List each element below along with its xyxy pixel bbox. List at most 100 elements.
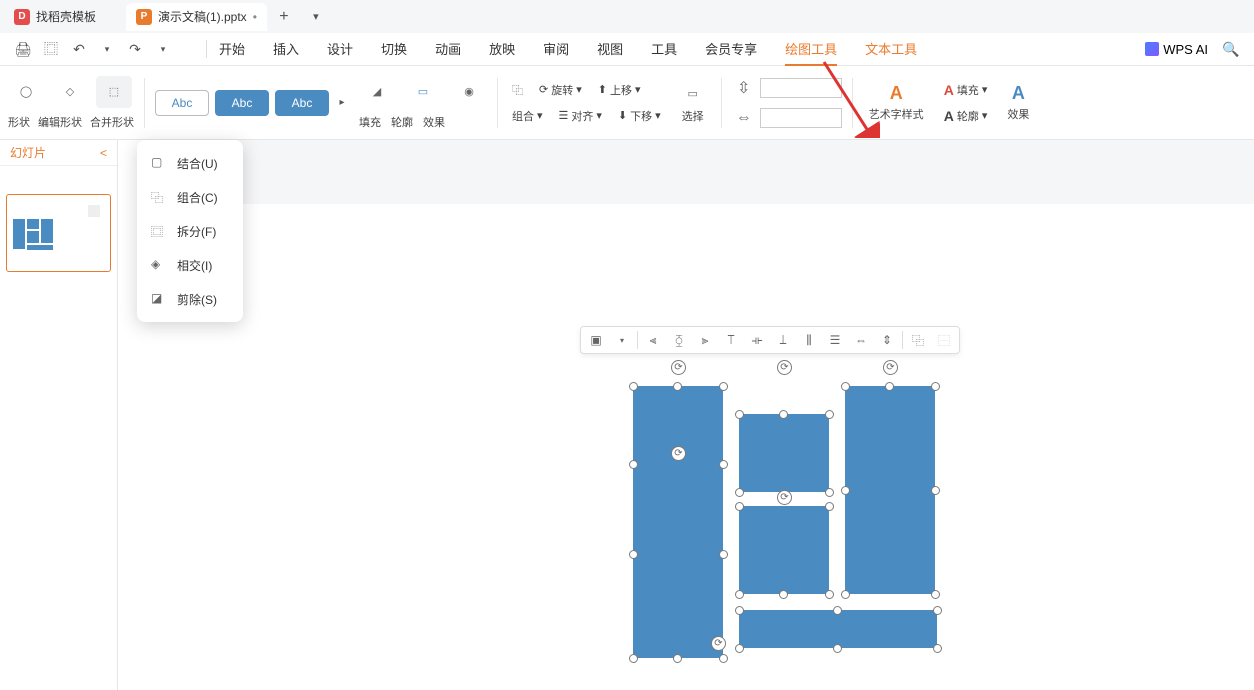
resize-handle[interactable] bbox=[735, 488, 744, 497]
merge-shape-button[interactable]: ⬚ bbox=[96, 76, 132, 108]
rotation-handle[interactable]: ⟳ bbox=[777, 490, 792, 505]
move-up-button[interactable]: ⬆上移 ▾ bbox=[594, 80, 645, 100]
distribute-h-icon[interactable]: ⫼ bbox=[798, 329, 820, 351]
resize-handle[interactable] bbox=[779, 410, 788, 419]
resize-handle[interactable] bbox=[719, 460, 728, 469]
resize-handle[interactable] bbox=[931, 382, 940, 391]
ribbon-tab-slideshow[interactable]: 放映 bbox=[489, 33, 515, 66]
resize-handle[interactable] bbox=[885, 382, 894, 391]
group-icon[interactable]: ⿻ bbox=[907, 329, 929, 351]
ribbon-tab-animation[interactable]: 动画 bbox=[435, 33, 461, 66]
text-effect-button[interactable]: A 效果 bbox=[1001, 79, 1035, 126]
rotate-button[interactable]: ⟳旋转 ▾ bbox=[535, 80, 586, 100]
resize-handle[interactable] bbox=[629, 654, 638, 663]
align-top-icon[interactable]: ⟙ bbox=[720, 329, 742, 351]
align-right-icon[interactable]: ⫸ bbox=[694, 329, 716, 351]
ribbon-tab-transition[interactable]: 切换 bbox=[381, 33, 407, 66]
merge-fragment[interactable]: ⿴拆分(F) bbox=[137, 214, 243, 248]
text-outline-button[interactable]: A轮廓 ▾ bbox=[940, 106, 992, 126]
rotation-handle[interactable]: ⟳ bbox=[883, 360, 898, 375]
move-down-button[interactable]: ⬇下移 ▾ bbox=[614, 106, 665, 126]
merge-intersect[interactable]: ◈相交(I) bbox=[137, 248, 243, 282]
resize-handle[interactable] bbox=[833, 606, 842, 615]
resize-handle[interactable] bbox=[841, 486, 850, 495]
resize-handle[interactable] bbox=[719, 382, 728, 391]
tab-presentation[interactable]: P 演示文稿(1).pptx • bbox=[126, 3, 267, 31]
shape-rect-4[interactable] bbox=[845, 386, 935, 594]
crop-icon[interactable]: ▣ bbox=[585, 329, 607, 351]
undo-more-icon[interactable]: ▾ bbox=[96, 38, 118, 60]
merge-subtract[interactable]: ◪剪除(S) bbox=[137, 282, 243, 316]
group-label-button[interactable]: 组合 ▾ bbox=[508, 106, 547, 126]
group-button[interactable]: ⿻ bbox=[508, 80, 527, 100]
ribbon-tab-review[interactable]: 审阅 bbox=[543, 33, 569, 66]
resize-handle[interactable] bbox=[629, 550, 638, 559]
resize-handle[interactable] bbox=[629, 460, 638, 469]
style-gallery-more[interactable]: ▸ bbox=[335, 90, 349, 116]
style-preset-3[interactable]: Abc bbox=[275, 90, 329, 116]
collapse-panel-icon[interactable]: < bbox=[100, 146, 107, 160]
select-button[interactable]: ▭ 选择 bbox=[675, 78, 711, 128]
resize-handle[interactable] bbox=[629, 382, 638, 391]
resize-handle[interactable] bbox=[931, 486, 940, 495]
tab-menu-button[interactable]: ▾ bbox=[301, 3, 331, 31]
ribbon-tab-view[interactable]: 视图 bbox=[597, 33, 623, 66]
style-preset-1[interactable]: Abc bbox=[155, 90, 209, 116]
resize-handle[interactable] bbox=[933, 606, 942, 615]
redo-icon[interactable]: ↷ bbox=[124, 38, 146, 60]
resize-handle[interactable] bbox=[719, 654, 728, 663]
resize-handle[interactable] bbox=[825, 488, 834, 497]
ribbon-tab-member[interactable]: 会员专享 bbox=[705, 33, 757, 66]
resize-handle[interactable] bbox=[825, 502, 834, 511]
resize-handle[interactable] bbox=[841, 382, 850, 391]
resize-handle[interactable] bbox=[931, 590, 940, 599]
text-fill-button[interactable]: A填充 ▾ bbox=[940, 80, 992, 100]
crop-more[interactable]: ▾ bbox=[611, 329, 633, 351]
ribbon-tab-tools[interactable]: 工具 bbox=[651, 33, 677, 66]
same-height-icon[interactable]: ⇕ bbox=[876, 329, 898, 351]
resize-handle[interactable] bbox=[735, 502, 744, 511]
rotation-handle[interactable]: ⟳ bbox=[777, 360, 792, 375]
shape-rect-3[interactable] bbox=[739, 506, 829, 594]
resize-handle[interactable] bbox=[825, 590, 834, 599]
rotation-handle[interactable]: ⟳ bbox=[671, 360, 686, 375]
resize-handle[interactable] bbox=[735, 606, 744, 615]
shape-styles-gallery[interactable]: Abc Abc Abc ▸ bbox=[155, 90, 349, 116]
ribbon-tab-design[interactable]: 设计 bbox=[327, 33, 353, 66]
rotation-handle[interactable]: ⟳ bbox=[711, 636, 726, 651]
ribbon-tab-insert[interactable]: 插入 bbox=[273, 33, 299, 66]
resize-handle[interactable] bbox=[779, 590, 788, 599]
slide-thumbnail-1[interactable] bbox=[6, 194, 111, 272]
shape-effect-button[interactable]: ◉ bbox=[451, 76, 487, 108]
edit-shape-button[interactable]: ◇ bbox=[52, 76, 88, 108]
undo-icon[interactable]: ↶ bbox=[68, 38, 90, 60]
ribbon-tab-home[interactable]: 开始 bbox=[219, 33, 245, 66]
merge-combine[interactable]: ⿻组合(C) bbox=[137, 180, 243, 214]
tab-template-store[interactable]: D 找稻壳模板 bbox=[4, 3, 124, 31]
search-icon[interactable]: 🔍 bbox=[1220, 38, 1242, 60]
resize-handle[interactable] bbox=[833, 644, 842, 653]
resize-handle[interactable] bbox=[825, 410, 834, 419]
redo-more-icon[interactable]: ▾ bbox=[152, 38, 174, 60]
resize-handle[interactable] bbox=[933, 644, 942, 653]
resize-handle[interactable] bbox=[735, 590, 744, 599]
resize-handle[interactable] bbox=[673, 382, 682, 391]
align-center-h-icon[interactable]: ⧲ bbox=[668, 329, 690, 351]
distribute-v-icon[interactable]: ☰ bbox=[824, 329, 846, 351]
resize-handle[interactable] bbox=[673, 654, 682, 663]
shape-rect-5[interactable] bbox=[739, 610, 937, 648]
align-left-icon[interactable]: ⫷ bbox=[642, 329, 664, 351]
slide-canvas[interactable]: ▣ ▾ ⫷ ⧲ ⫸ ⟙ ⟛ ⟘ ⫼ ☰ ⇔ ⇕ ⿻ ⿱ bbox=[118, 140, 1254, 690]
insert-shape-button[interactable]: ◯ bbox=[8, 76, 44, 108]
wps-ai-button[interactable]: WPS AI bbox=[1145, 42, 1208, 57]
ungroup-icon[interactable]: ⿱ bbox=[933, 329, 955, 351]
align-button[interactable]: ☰对齐 ▾ bbox=[555, 106, 606, 126]
align-bottom-icon[interactable]: ⟘ bbox=[772, 329, 794, 351]
same-width-icon[interactable]: ⇔ bbox=[850, 329, 872, 351]
shape-fill-button[interactable]: ◢ bbox=[359, 76, 395, 108]
style-preset-2[interactable]: Abc bbox=[215, 90, 269, 116]
resize-handle[interactable] bbox=[719, 550, 728, 559]
align-middle-v-icon[interactable]: ⟛ bbox=[746, 329, 768, 351]
print-icon[interactable]: 🖨 bbox=[12, 38, 34, 60]
new-tab-button[interactable]: + bbox=[269, 3, 299, 31]
